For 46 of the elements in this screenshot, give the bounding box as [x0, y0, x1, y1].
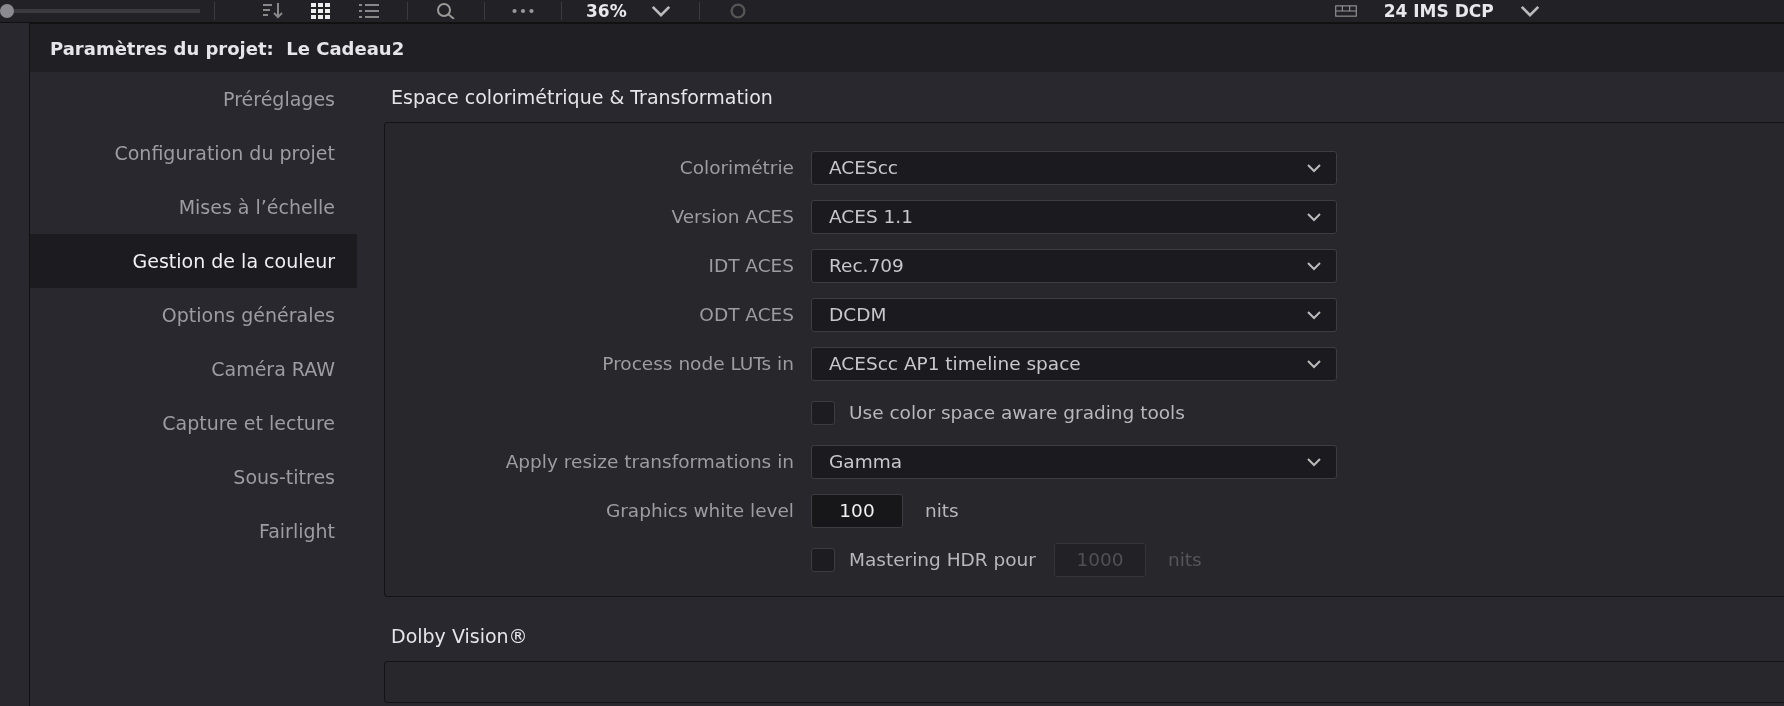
- sidebar-item[interactable]: Capture et lecture: [30, 396, 357, 450]
- number-field[interactable]: 100: [811, 493, 903, 528]
- caret-icon: [1306, 260, 1322, 271]
- field-label: Colorimétrie: [678, 157, 795, 178]
- dropdown[interactable]: Rec.709: [811, 248, 1337, 283]
- sidebar-item[interactable]: Fairlight: [30, 504, 357, 558]
- checkbox-label: Use color space aware grading tools: [849, 402, 1185, 423]
- grid-view-icon[interactable]: [310, 3, 332, 19]
- section-title: Dolby Vision®: [391, 624, 529, 649]
- caret-icon[interactable]: [649, 3, 672, 19]
- field-label: IDT ACES: [707, 255, 795, 276]
- dropdown[interactable]: DCDM: [811, 297, 1337, 332]
- checkbox-label: Mastering HDR pour: [849, 549, 1036, 570]
- dropdown[interactable]: ACEScc AP1 timeline space: [811, 346, 1337, 381]
- sidebar-item[interactable]: Configuration du projet: [30, 126, 357, 180]
- field-label: Process node LUTs in: [601, 353, 795, 374]
- sidebar-item[interactable]: Options générales: [30, 288, 357, 342]
- field-label: Apply resize transformations in: [504, 451, 795, 472]
- caret-icon: [1306, 309, 1322, 320]
- sidebar-item[interactable]: Gestion de la couleur: [30, 234, 357, 288]
- sidebar-item[interactable]: Préréglages: [30, 72, 357, 126]
- caret-icon: [1306, 211, 1322, 222]
- timeline-name-dropdown[interactable]: 24 IMS DCP: [1383, 1, 1494, 21]
- search-icon[interactable]: [435, 3, 457, 19]
- checkbox[interactable]: [811, 400, 835, 425]
- dropdown[interactable]: ACEScc: [811, 150, 1337, 185]
- dropdown[interactable]: ACES 1.1: [811, 199, 1337, 234]
- sidebar-item[interactable]: Sous-titres: [30, 450, 357, 504]
- field-label: Graphics white level: [604, 500, 795, 521]
- dialog-title: Paramètres du projet: Le Cadeau2: [50, 37, 405, 59]
- field-label: Version ACES: [670, 206, 795, 227]
- dropdown[interactable]: Gamma: [811, 444, 1337, 479]
- caret-icon: [1306, 456, 1322, 467]
- caret-icon: [1306, 358, 1322, 369]
- slider-thumb[interactable]: [0, 4, 14, 18]
- timeline-icon[interactable]: [1334, 3, 1357, 19]
- caret-icon[interactable]: [1518, 3, 1541, 19]
- sidebar-item[interactable]: Caméra RAW: [30, 342, 357, 396]
- zoom-level-dropdown[interactable]: 36%: [586, 1, 627, 21]
- sidebar-item[interactable]: Mises à l’échelle: [30, 180, 357, 234]
- caret-icon: [1306, 162, 1322, 173]
- unit-label: nits: [925, 500, 959, 521]
- section-title: Espace colorimétrique & Transformation: [391, 85, 774, 110]
- sort-icon[interactable]: [262, 3, 284, 19]
- field-label: ODT ACES: [698, 304, 795, 325]
- list-view-icon[interactable]: [358, 3, 380, 19]
